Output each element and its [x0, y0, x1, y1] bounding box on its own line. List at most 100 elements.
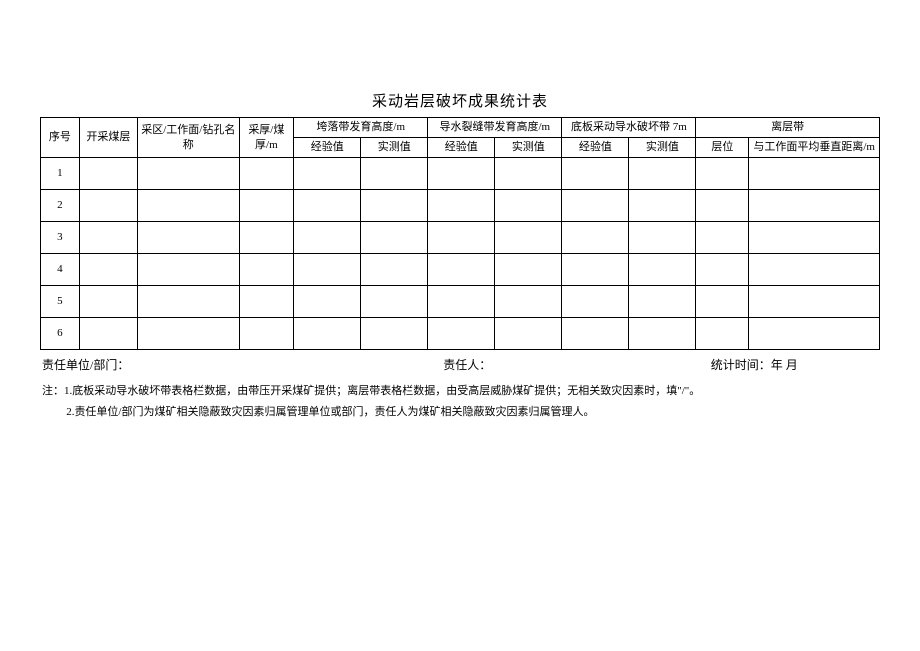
cell: [749, 190, 880, 222]
cell: [495, 190, 562, 222]
cell: [629, 318, 696, 350]
cell: [428, 286, 495, 318]
cell: [138, 190, 239, 222]
footer-unit: 责任单位/部门：: [42, 356, 443, 373]
cell: [749, 286, 880, 318]
note-1: 1.底板采动导水破坏带表格栏数据，由带压开采煤矿提供；离层带表格栏数据，由受高层…: [42, 381, 878, 402]
cell: [138, 222, 239, 254]
cell: [629, 254, 696, 286]
col-db-mea: 实测值: [629, 138, 696, 158]
cell: [495, 286, 562, 318]
cell-seq: 6: [41, 318, 80, 350]
cell: [749, 318, 880, 350]
cell: [79, 222, 137, 254]
col-dsx-exp: 经验值: [428, 138, 495, 158]
cell: [79, 318, 137, 350]
col-kl-mea: 实测值: [361, 138, 428, 158]
col-dsx-mea: 实测值: [495, 138, 562, 158]
cell: [361, 190, 428, 222]
cell: [495, 158, 562, 190]
table-row: 1: [41, 158, 880, 190]
cell: [696, 254, 749, 286]
col-area: 采区/工作面/钻孔名称: [138, 118, 239, 158]
cell: [562, 254, 629, 286]
cell: [361, 254, 428, 286]
cell: [239, 190, 294, 222]
col-thickness: 采厚/煤厚/m: [239, 118, 294, 158]
cell: [562, 158, 629, 190]
cell: [495, 318, 562, 350]
table-row: 5: [41, 286, 880, 318]
cell: [629, 158, 696, 190]
notes: 1.底板采动导水破坏带表格栏数据，由带压开采煤矿提供；离层带表格栏数据，由受高层…: [40, 381, 880, 423]
col-cengwei: 层位: [696, 138, 749, 158]
table-row: 6: [41, 318, 880, 350]
col-group-dsx: 导水裂缝带发育高度/m: [428, 118, 562, 138]
cell: [749, 158, 880, 190]
cell: [239, 158, 294, 190]
footer-row: 责任单位/部门： 责任人： 统计时间：年 月: [40, 356, 880, 373]
cell-seq: 4: [41, 254, 80, 286]
cell: [361, 318, 428, 350]
cell: [294, 286, 361, 318]
cell: [239, 222, 294, 254]
cell: [294, 222, 361, 254]
cell: [138, 286, 239, 318]
cell: [79, 158, 137, 190]
stats-table: 序号 开采煤层 采区/工作面/钻孔名称 采厚/煤厚/m 垮落带发育高度/m 导水…: [40, 117, 880, 350]
cell: [428, 158, 495, 190]
footer-time-label: 统计时间：: [711, 358, 771, 372]
cell: [361, 222, 428, 254]
cell: [696, 286, 749, 318]
cell: [749, 254, 880, 286]
table-row: 3: [41, 222, 880, 254]
cell: [294, 318, 361, 350]
cell: [696, 190, 749, 222]
col-db-exp: 经验值: [562, 138, 629, 158]
cell: [495, 254, 562, 286]
cell: [138, 318, 239, 350]
cell-seq: 5: [41, 286, 80, 318]
col-group-lc: 离层带: [696, 118, 880, 138]
cell: [562, 222, 629, 254]
col-seq: 序号: [41, 118, 80, 158]
cell: [428, 254, 495, 286]
cell: [239, 286, 294, 318]
cell: [629, 222, 696, 254]
col-group-db: 底板采动导水破坏带 7m: [562, 118, 696, 138]
col-group-kl: 垮落带发育高度/m: [294, 118, 428, 138]
cell: [138, 158, 239, 190]
table-row: 2: [41, 190, 880, 222]
page-title: 采动岩层破坏成果统计表: [40, 90, 880, 111]
note-2: 2.责任单位/部门为煤矿相关隐蔽致灾因素归属管理单位或部门，责任人为煤矿相关隐蔽…: [42, 402, 878, 423]
cell: [361, 158, 428, 190]
footer-time-value: 年 月: [771, 358, 798, 372]
cell: [562, 286, 629, 318]
col-dist: 与工作面平均垂直距离/m: [749, 138, 880, 158]
cell: [239, 254, 294, 286]
footer-time: 统计时间：年 月: [711, 356, 878, 373]
col-seam: 开采煤层: [79, 118, 137, 158]
cell-seq: 3: [41, 222, 80, 254]
cell: [79, 286, 137, 318]
cell: [79, 254, 137, 286]
cell: [629, 286, 696, 318]
cell: [562, 190, 629, 222]
cell: [79, 190, 137, 222]
cell: [749, 222, 880, 254]
cell: [696, 222, 749, 254]
cell: [428, 222, 495, 254]
table-row: 4: [41, 254, 880, 286]
cell: [629, 190, 696, 222]
cell-seq: 2: [41, 190, 80, 222]
cell: [138, 254, 239, 286]
cell: [428, 190, 495, 222]
cell-seq: 1: [41, 158, 80, 190]
cell: [696, 318, 749, 350]
cell: [562, 318, 629, 350]
footer-person: 责任人：: [443, 356, 711, 373]
cell: [294, 254, 361, 286]
header-row-1: 序号 开采煤层 采区/工作面/钻孔名称 采厚/煤厚/m 垮落带发育高度/m 导水…: [41, 118, 880, 138]
cell: [294, 190, 361, 222]
cell: [428, 318, 495, 350]
